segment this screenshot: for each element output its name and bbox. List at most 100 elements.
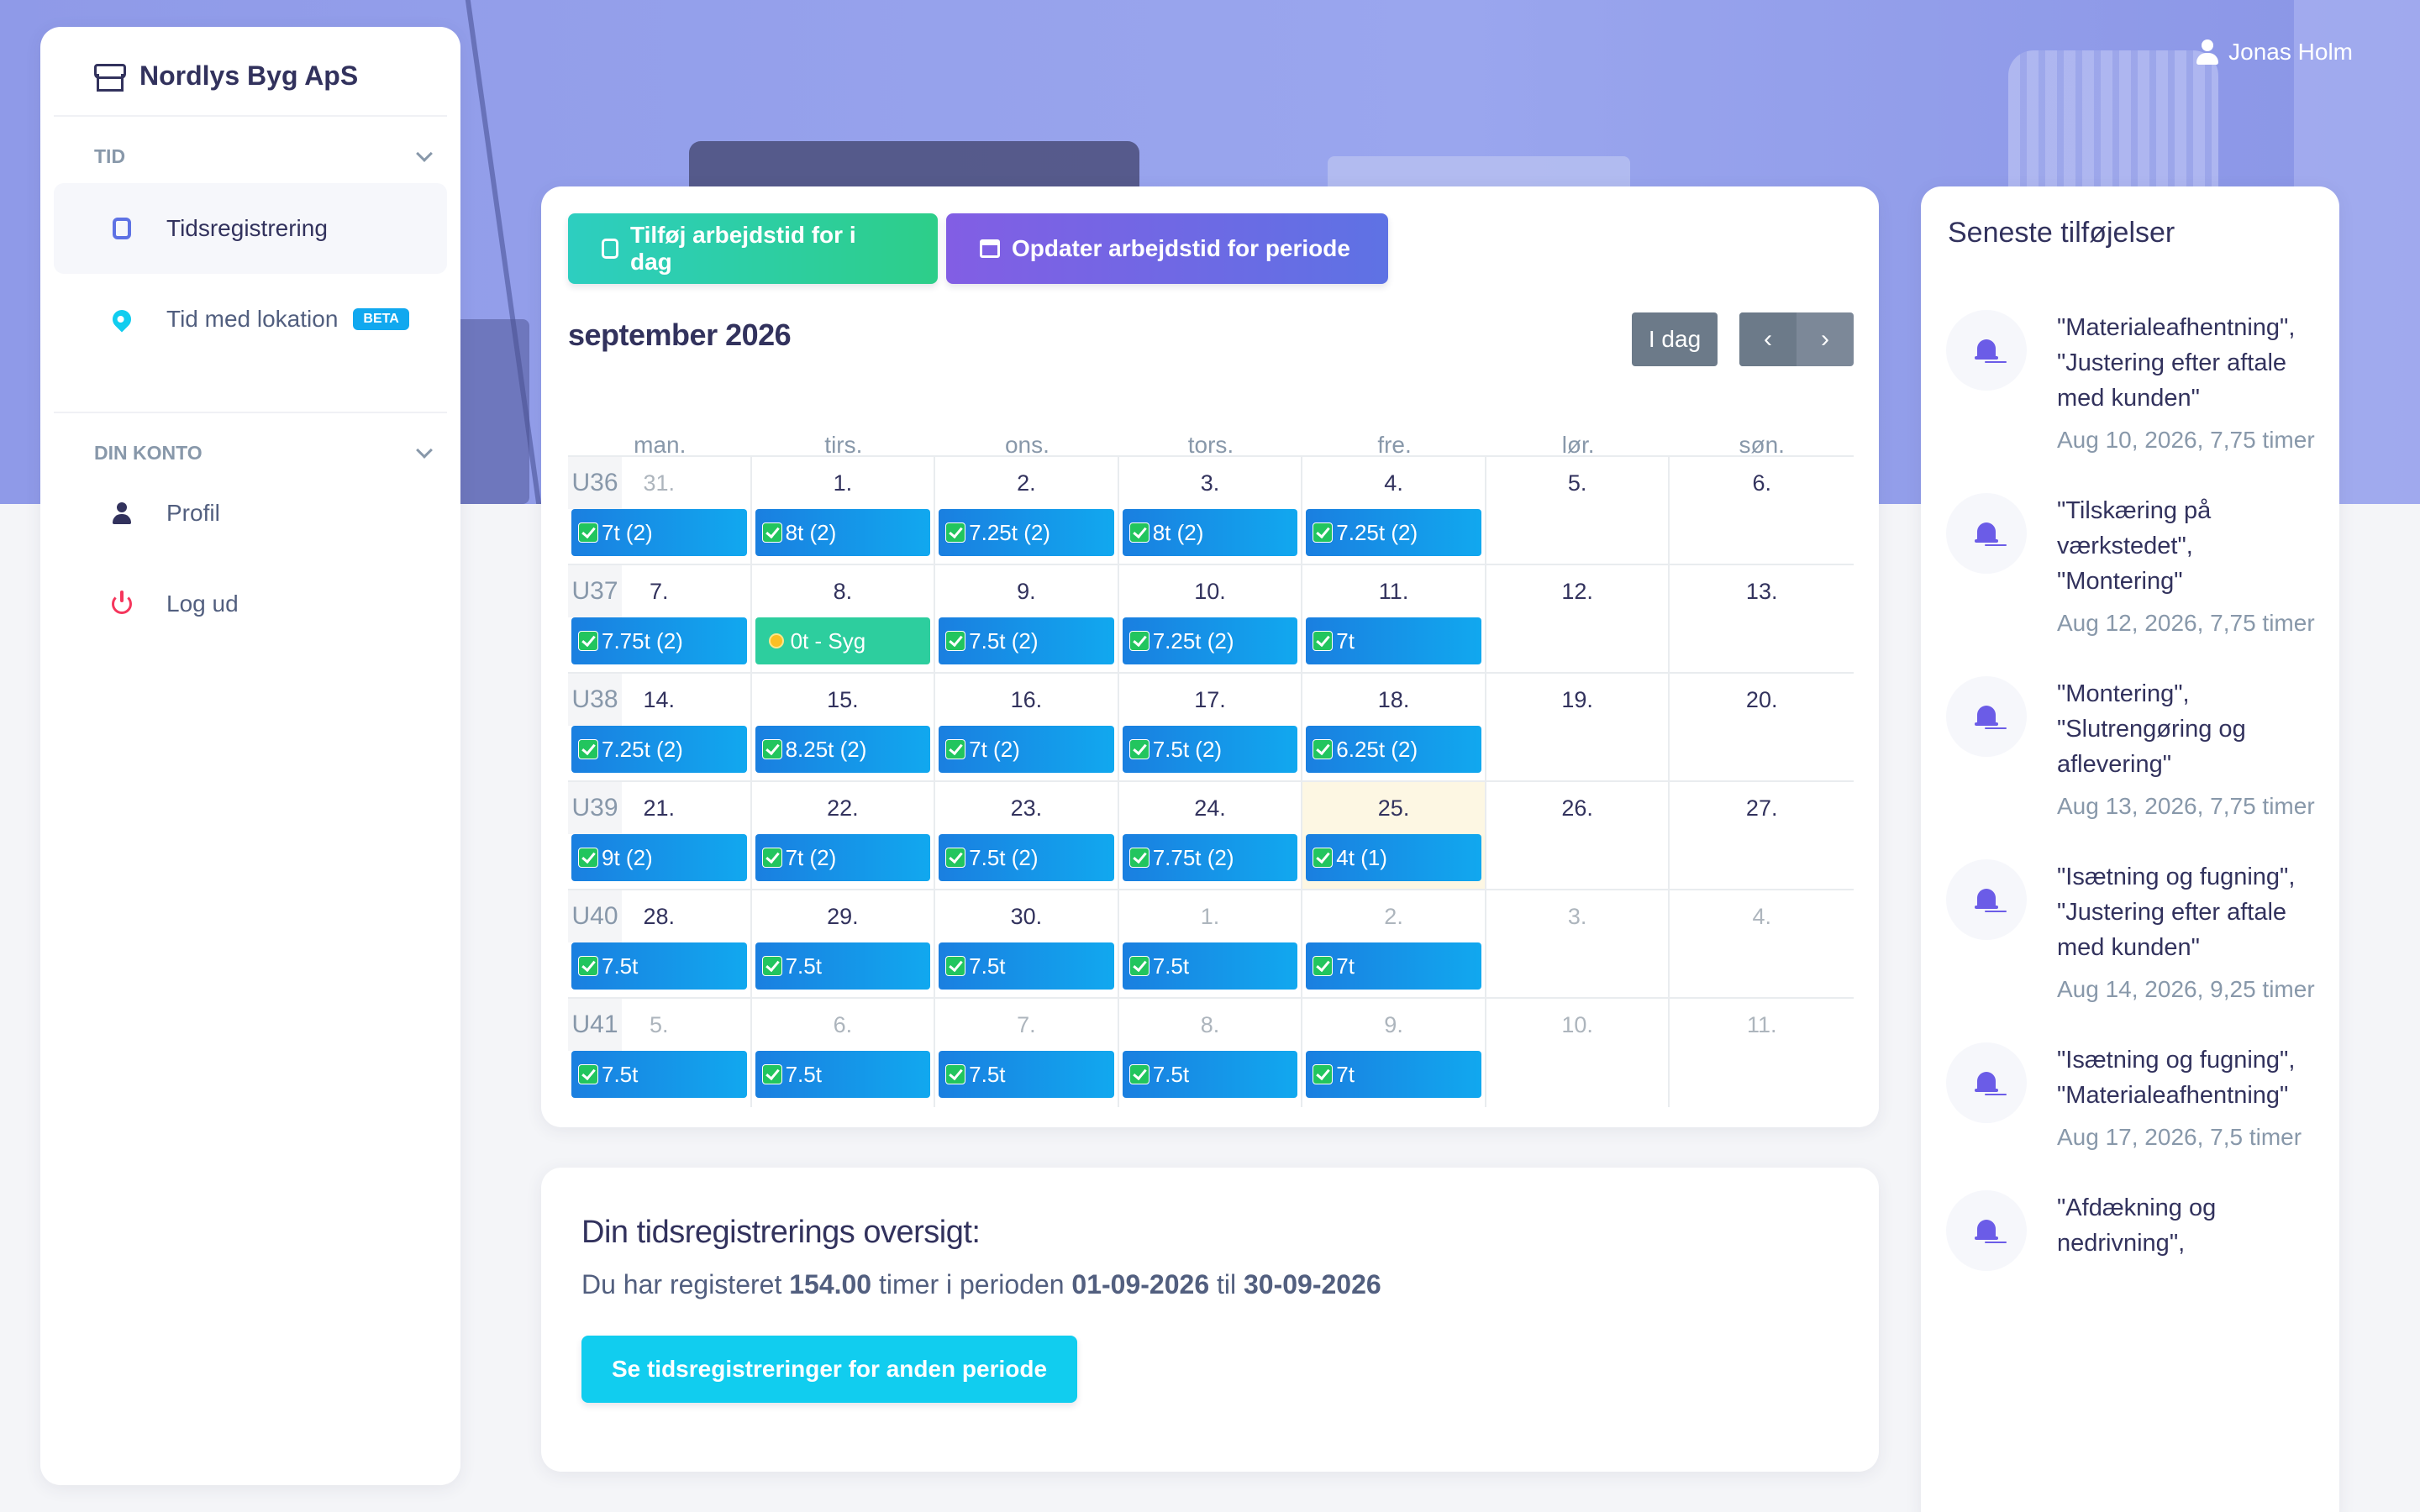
recent-item[interactable]: "Isætning og fugning", "Materialeafhentn… bbox=[1921, 1042, 2339, 1158]
calendar-day[interactable]: 2. 7t bbox=[1302, 890, 1486, 997]
check-icon bbox=[1313, 631, 1334, 651]
calendar-day[interactable]: 17. 7.5t (2) bbox=[1119, 674, 1303, 780]
calendar-day[interactable]: 4. 7.25t (2) bbox=[1302, 457, 1486, 564]
calendar-day[interactable]: 27. bbox=[1670, 782, 1854, 889]
prev-month-button[interactable]: ‹ bbox=[1739, 312, 1797, 366]
section-header-din-konto[interactable]: DIN KONTO bbox=[40, 413, 460, 465]
calendar-day[interactable]: 20. bbox=[1670, 674, 1854, 780]
calendar-day[interactable]: 7. 7.5t bbox=[935, 999, 1119, 1107]
recent-item[interactable]: "Tilskæring på værkstedet", "Montering" … bbox=[1921, 493, 2339, 644]
time-entry-event[interactable]: 8t (2) bbox=[755, 509, 931, 556]
next-month-button[interactable]: › bbox=[1797, 312, 1854, 366]
calendar-day[interactable]: 8. 0t - Syg bbox=[752, 565, 936, 672]
add-today-button[interactable]: Tilføj arbejdstid for i dag bbox=[568, 213, 938, 284]
sick-day-event[interactable]: 0t - Syg bbox=[755, 617, 931, 664]
time-entry-event[interactable]: 7.5t (2) bbox=[1122, 726, 1298, 773]
calendar-day[interactable]: 10. 7.25t (2) bbox=[1119, 565, 1303, 672]
time-entry-event[interactable]: 7.5t bbox=[755, 1051, 931, 1098]
time-entry-event[interactable]: 7.25t (2) bbox=[1306, 509, 1481, 556]
time-entry-event[interactable]: 7.5t (2) bbox=[939, 834, 1114, 881]
recent-item[interactable]: "Isætning og fugning", "Justering efter … bbox=[1921, 859, 2339, 1011]
time-entry-event[interactable]: 7.5t bbox=[939, 1051, 1114, 1098]
calendar-day[interactable]: 18. 6.25t (2) bbox=[1302, 674, 1486, 780]
calendar-day-today[interactable]: 25. 4t (1) bbox=[1302, 782, 1486, 889]
time-entry-event[interactable]: 7t (2) bbox=[571, 509, 747, 556]
time-entry-event[interactable]: 7.5t bbox=[571, 942, 747, 990]
calendar-day[interactable]: U40 28. 7.5t bbox=[568, 890, 752, 997]
calendar-day[interactable]: 6. bbox=[1670, 457, 1854, 564]
time-entry-event[interactable]: 7.5t (2) bbox=[939, 617, 1114, 664]
section-title: DIN KONTO bbox=[94, 442, 203, 464]
time-entry-event[interactable]: 7t bbox=[1306, 1051, 1481, 1098]
sidebar-item-tidsregistrering[interactable]: Tidsregistrering bbox=[54, 183, 447, 274]
time-entry-event[interactable]: 7.25t (2) bbox=[1122, 617, 1298, 664]
check-icon bbox=[761, 1064, 782, 1084]
calendar-day[interactable]: 1. 7.5t bbox=[1119, 890, 1303, 997]
check-icon bbox=[1313, 522, 1334, 543]
time-entry-event[interactable]: 7t (2) bbox=[939, 726, 1114, 773]
calendar-day[interactable]: U39 21. 9t (2) bbox=[568, 782, 752, 889]
section-header-tid[interactable]: TID bbox=[40, 117, 460, 168]
recent-item[interactable]: "Afdækning og nedrivning", bbox=[1921, 1190, 2339, 1271]
calendar-day[interactable]: 24. 7.75t (2) bbox=[1119, 782, 1303, 889]
time-entry-event[interactable]: 7.75t (2) bbox=[571, 617, 747, 664]
calendar-day[interactable]: 22. 7t (2) bbox=[752, 782, 936, 889]
calendar-day[interactable]: 4. bbox=[1670, 890, 1854, 997]
time-entry-event[interactable]: 7.5t bbox=[571, 1051, 747, 1098]
time-entry-event[interactable]: 7.25t (2) bbox=[571, 726, 747, 773]
calendar-day[interactable]: 23. 7.5t (2) bbox=[935, 782, 1119, 889]
month-navigation: ‹ › bbox=[1739, 312, 1854, 366]
time-entry-event[interactable]: 7.5t bbox=[1122, 1051, 1298, 1098]
calendar-day[interactable]: 6. 7.5t bbox=[752, 999, 936, 1107]
calendar-day[interactable]: 11. 7t bbox=[1302, 565, 1486, 672]
time-entry-event[interactable]: 7.75t (2) bbox=[1122, 834, 1298, 881]
calendar-day[interactable]: 10. bbox=[1486, 999, 1670, 1107]
calendar-day[interactable]: 15. 8.25t (2) bbox=[752, 674, 936, 780]
calendar-day[interactable]: U36 31. 7t (2) bbox=[568, 457, 752, 564]
event-label: 7t (2) bbox=[969, 736, 1020, 762]
calendar-day[interactable]: 13. bbox=[1670, 565, 1854, 672]
sidebar-item-tid-med-lokation[interactable]: Tid med lokation BETA bbox=[54, 274, 447, 365]
calendar-day[interactable]: U41 5. 7.5t bbox=[568, 999, 752, 1107]
calendar-day[interactable]: 9. 7t bbox=[1302, 999, 1486, 1107]
calendar-day[interactable]: 1. 8t (2) bbox=[752, 457, 936, 564]
sidebar-item-profil[interactable]: Profil bbox=[54, 468, 447, 559]
time-entry-event[interactable]: 7.5t bbox=[755, 942, 931, 990]
brand[interactable]: Nordlys Byg ApS bbox=[54, 27, 447, 117]
today-button[interactable]: I dag bbox=[1632, 312, 1718, 366]
time-entry-event[interactable]: 7.5t bbox=[939, 942, 1114, 990]
calendar-day[interactable]: 2. 7.25t (2) bbox=[935, 457, 1119, 564]
sidebar-item-log-ud[interactable]: Log ud bbox=[54, 559, 447, 649]
time-entry-event[interactable]: 7.5t bbox=[1122, 942, 1298, 990]
calendar-day[interactable]: 26. bbox=[1486, 782, 1670, 889]
time-entry-event[interactable]: 8t (2) bbox=[1122, 509, 1298, 556]
calendar-day[interactable]: U38 14. 7.25t (2) bbox=[568, 674, 752, 780]
calendar-day[interactable]: 5. bbox=[1486, 457, 1670, 564]
recent-item[interactable]: "Montering", "Slutrengøring og afleverin… bbox=[1921, 676, 2339, 827]
time-entry-event[interactable]: 6.25t (2) bbox=[1306, 726, 1481, 773]
check-icon bbox=[945, 631, 966, 651]
other-period-button[interactable]: Se tidsregistreringer for anden periode bbox=[581, 1336, 1077, 1403]
time-entry-event[interactable]: 7t bbox=[1306, 617, 1481, 664]
user-menu[interactable]: Jonas Holm bbox=[2196, 39, 2353, 66]
time-entry-event[interactable]: 7t bbox=[1306, 942, 1481, 990]
calendar-day[interactable]: 12. bbox=[1486, 565, 1670, 672]
calendar-day[interactable]: 19. bbox=[1486, 674, 1670, 780]
time-entry-event[interactable]: 7.25t (2) bbox=[939, 509, 1114, 556]
calendar-day[interactable]: U37 7. 7.75t (2) bbox=[568, 565, 752, 672]
time-entry-event[interactable]: 8.25t (2) bbox=[755, 726, 931, 773]
time-entry-event[interactable]: 7t (2) bbox=[755, 834, 931, 881]
time-entry-event[interactable]: 4t (1) bbox=[1306, 834, 1481, 881]
update-period-button[interactable]: Opdater arbejdstid for periode bbox=[946, 213, 1388, 284]
time-entry-event[interactable]: 9t (2) bbox=[571, 834, 747, 881]
calendar-day[interactable]: 29. 7.5t bbox=[752, 890, 936, 997]
calendar-day[interactable]: 9. 7.5t (2) bbox=[935, 565, 1119, 672]
recent-item[interactable]: "Materialeafhentning", "Justering efter … bbox=[1921, 310, 2339, 461]
calendar-day[interactable]: 11. bbox=[1670, 999, 1854, 1107]
recent-list: "Materialeafhentning", "Justering efter … bbox=[1921, 310, 2339, 1271]
calendar-day[interactable]: 3. bbox=[1486, 890, 1670, 997]
calendar-day[interactable]: 30. 7.5t bbox=[935, 890, 1119, 997]
calendar-day[interactable]: 8. 7.5t bbox=[1119, 999, 1303, 1107]
calendar-day[interactable]: 16. 7t (2) bbox=[935, 674, 1119, 780]
calendar-day[interactable]: 3. 8t (2) bbox=[1119, 457, 1303, 564]
